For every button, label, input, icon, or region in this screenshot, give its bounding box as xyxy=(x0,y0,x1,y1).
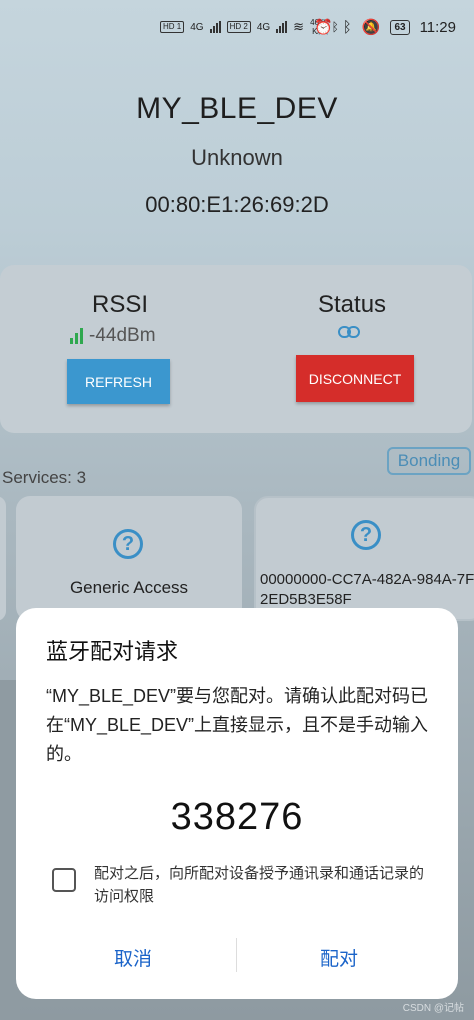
device-info-card: RSSI -44dBm Status REFRESH DISCONNECT xyxy=(0,265,472,433)
rssi-title: RSSI xyxy=(92,291,149,318)
network1-label: 4G xyxy=(190,21,204,33)
rssi-readout: -44dBm xyxy=(70,325,156,347)
dialog-message: “MY_BLE_DEV”要与您配对。请确认此配对码已在“MY_BLE_DEV”上… xyxy=(46,686,429,764)
button-divider xyxy=(236,938,237,972)
clock: 11:29 xyxy=(419,18,456,36)
question-icon: ? xyxy=(351,520,381,550)
service-name: 00000000-CC7A-482A-984A-7F2ED5B3E58F xyxy=(260,571,474,608)
contacts-access-label[interactable]: 配对之后，向所配对设备授予通讯录和通话记录的访问权限 xyxy=(94,862,434,908)
signal2-icon xyxy=(276,21,288,33)
bluetooth-status-icon: ᛒ xyxy=(342,18,352,36)
services-count: Services: 3 xyxy=(2,468,87,487)
service-card-partial[interactable] xyxy=(0,496,6,621)
service-card-custom[interactable]: ? 00000000-CC7A-482A-984A-7F2ED5B3E58F xyxy=(254,496,474,621)
disconnect-button[interactable]: DISCONNECT xyxy=(296,355,414,402)
network2-label: 4G xyxy=(256,21,271,33)
cancel-button[interactable]: 取消 xyxy=(114,944,152,971)
status-left: HD 1 4G HD 2 4G ≋ 46.9 K/s ᛒ xyxy=(160,18,339,36)
wifi-icon: ≋ xyxy=(293,19,305,34)
device-type: Unknown xyxy=(191,145,283,170)
service-card-generic-access[interactable]: ? Generic Access xyxy=(16,496,242,621)
status-title: Status xyxy=(318,291,387,318)
status-bar: HD 1 4G HD 2 4G ≋ 46.9 K/s ᛒ ⏰ ᛒ 🔕 63 11… xyxy=(0,0,474,60)
sim1-badge: HD 1 xyxy=(160,21,185,33)
pair-button[interactable]: 配对 xyxy=(320,944,358,971)
device-name: MY_BLE_DEV xyxy=(136,92,338,125)
signal-strength-icon xyxy=(70,328,83,344)
bonding-button[interactable]: Bonding xyxy=(387,447,471,475)
dialog-title: 蓝牙配对请求 xyxy=(46,639,179,664)
question-icon: ? xyxy=(113,529,143,559)
status-right: ⏰ ᛒ 🔕 63 11:29 xyxy=(314,18,456,37)
battery-icon: 63 xyxy=(390,19,410,35)
service-name: Generic Access xyxy=(69,578,189,597)
signal1-icon xyxy=(209,21,221,33)
pairing-code: 338276 xyxy=(170,796,304,838)
contacts-access-checkbox[interactable] xyxy=(52,868,76,892)
rssi-value: -44dBm xyxy=(89,325,156,346)
mute-icon: 🔕 xyxy=(361,19,381,36)
pairing-dialog: 蓝牙配对请求 “MY_BLE_DEV”要与您配对。请确认此配对码已在“MY_BL… xyxy=(16,608,458,999)
link-icon xyxy=(338,326,360,338)
sim2-badge: HD 2 xyxy=(226,21,251,33)
device-mac-address: 00:80:E1:26:69:2D xyxy=(145,192,329,217)
alarm-icon: ⏰ xyxy=(314,19,333,36)
watermark: CSDN @记帖 xyxy=(402,1003,464,1014)
refresh-button[interactable]: REFRESH xyxy=(67,359,170,404)
